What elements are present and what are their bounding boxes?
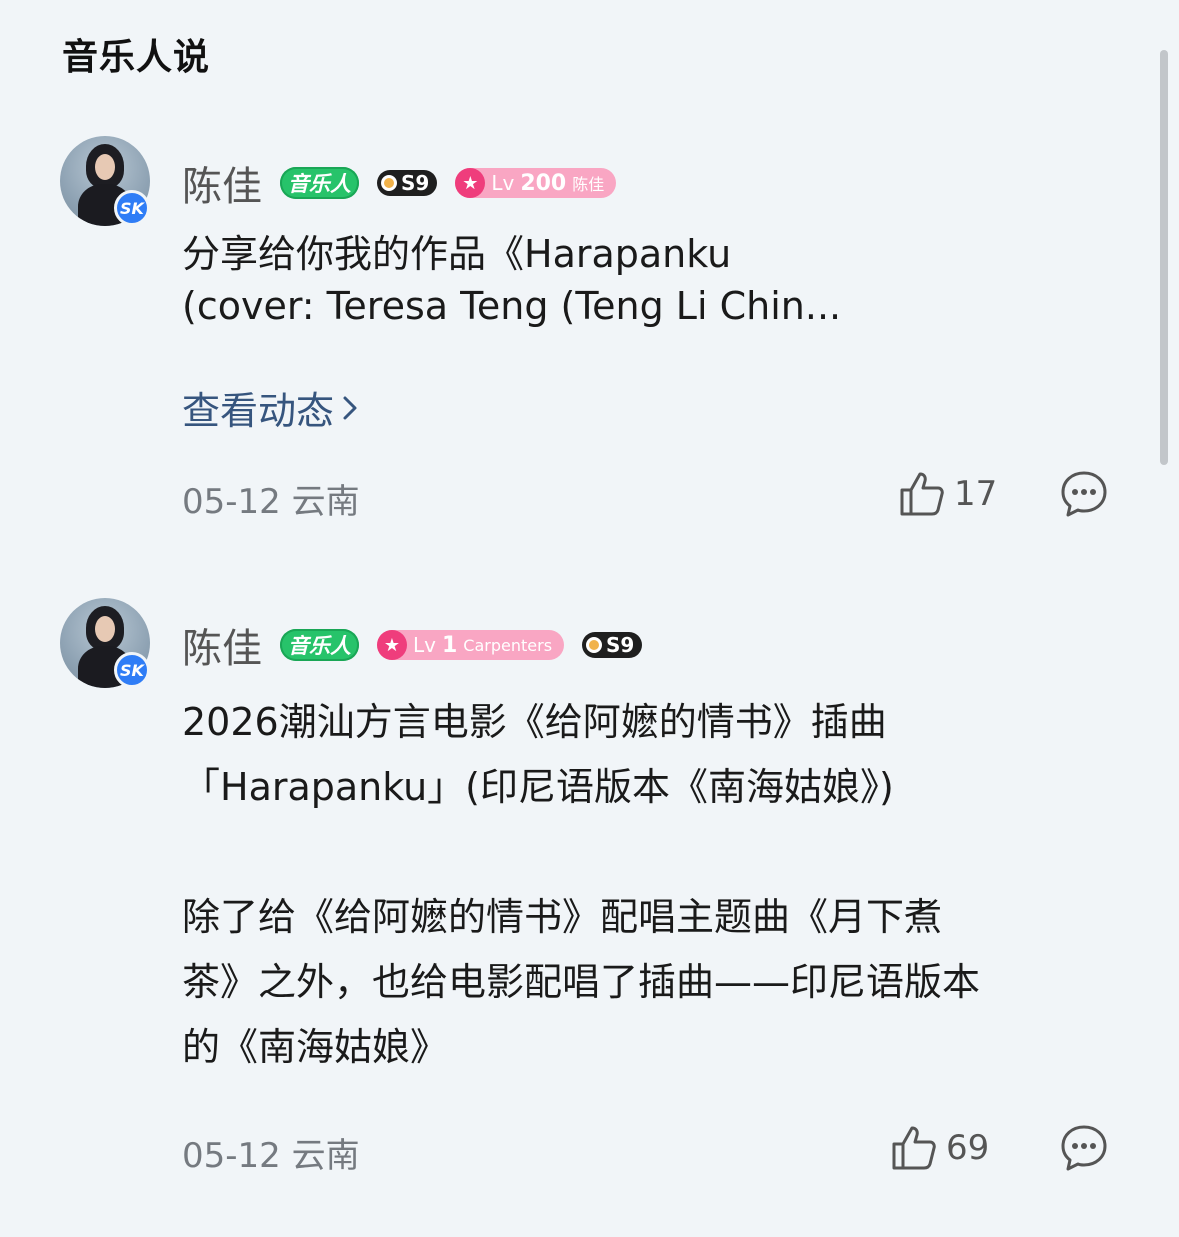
section-title: 音乐人说 [62,37,211,78]
scrollbar[interactable] [1160,50,1168,465]
chevron-right-icon [343,396,357,419]
post-location: 云南 [291,482,360,522]
content-line: 分享给你我的作品《Harapanku [182,232,732,276]
user-row: 陈佳 音乐人 ★ Lv 1 Carpenters S9 [182,620,643,672]
level-number: 200 [520,170,567,196]
season-badge[interactable]: S9 [582,632,643,658]
thumbs-up-icon [892,1126,936,1170]
level-number: 1 [441,632,458,658]
content-line: 除了给《给阿嬷的情书》配唱主题曲《月下煮 [182,895,943,939]
verified-icon: SK [114,190,150,226]
thumbs-up-icon [900,472,944,516]
post-content[interactable]: 2026潮汕方言电影《给阿嬷的情书》插曲 「Harapanku」(印尼语版本《南… [182,690,1112,1080]
season-badge[interactable]: S9 [377,170,438,196]
comment-bubble-icon[interactable] [1060,470,1108,518]
season-ring-icon [381,175,397,191]
like-count: 69 [946,1128,990,1168]
content-line: 茶》之外，也给电影配唱了插曲——印尼语版本 [182,960,981,1004]
comment-bubble-icon[interactable] [1060,1124,1108,1172]
content-line: 「Harapanku」(印尼语版本《南海姑娘》) [182,765,894,809]
level-prefix: Lv [413,633,436,657]
post-meta: 05-12 云南 [182,1128,360,1177]
user-name[interactable]: 陈佳 [182,616,262,674]
view-post-link[interactable]: 查看动态 [182,380,362,435]
post-date: 05-12 [182,482,281,522]
musician-badge[interactable]: 音乐人 [280,629,359,661]
star-icon: ★ [455,168,486,198]
content-line: 2026潮汕方言电影《给阿嬷的情书》插曲 [182,700,887,744]
like-button[interactable]: 69 [890,1124,989,1172]
season-label: S9 [606,633,635,657]
content-line [182,820,1112,885]
level-prefix: Lv [491,171,515,195]
post-meta: 05-12 云南 [182,474,360,523]
musician-badge[interactable]: 音乐人 [280,167,359,199]
view-post-label: 查看动态 [182,389,335,433]
star-icon: ★ [377,630,407,660]
level-tag: 陈佳 [572,175,605,194]
content-line: (cover: Teresa Teng (Teng Li Chin... [182,284,842,328]
post-location: 云南 [291,1136,360,1176]
level-badge[interactable]: ★ Lv 1 Carpenters [377,630,565,660]
level-badge[interactable]: ★ Lv 200 陈佳 [455,168,617,198]
content-line: 的《南海姑娘》 [182,1025,449,1069]
level-tag: Carpenters [463,635,553,655]
music-comments-page: 音乐人说 SK 陈佳 音乐人 S9 ★ Lv 200 陈佳 分享给你我的作品《Ha… [0,0,1179,1237]
verified-icon: SK [114,652,150,688]
post-date: 05-12 [182,1136,281,1176]
season-label: S9 [401,171,430,195]
like-count: 17 [954,474,998,514]
user-name[interactable]: 陈佳 [182,154,262,212]
user-row: 陈佳 音乐人 S9 ★ Lv 200 陈佳 [182,158,617,210]
like-button[interactable]: 17 [898,470,997,518]
post-content[interactable]: 分享给你我的作品《Harapanku (cover: Teresa Teng (… [182,228,1112,332]
season-ring-icon [586,637,603,653]
